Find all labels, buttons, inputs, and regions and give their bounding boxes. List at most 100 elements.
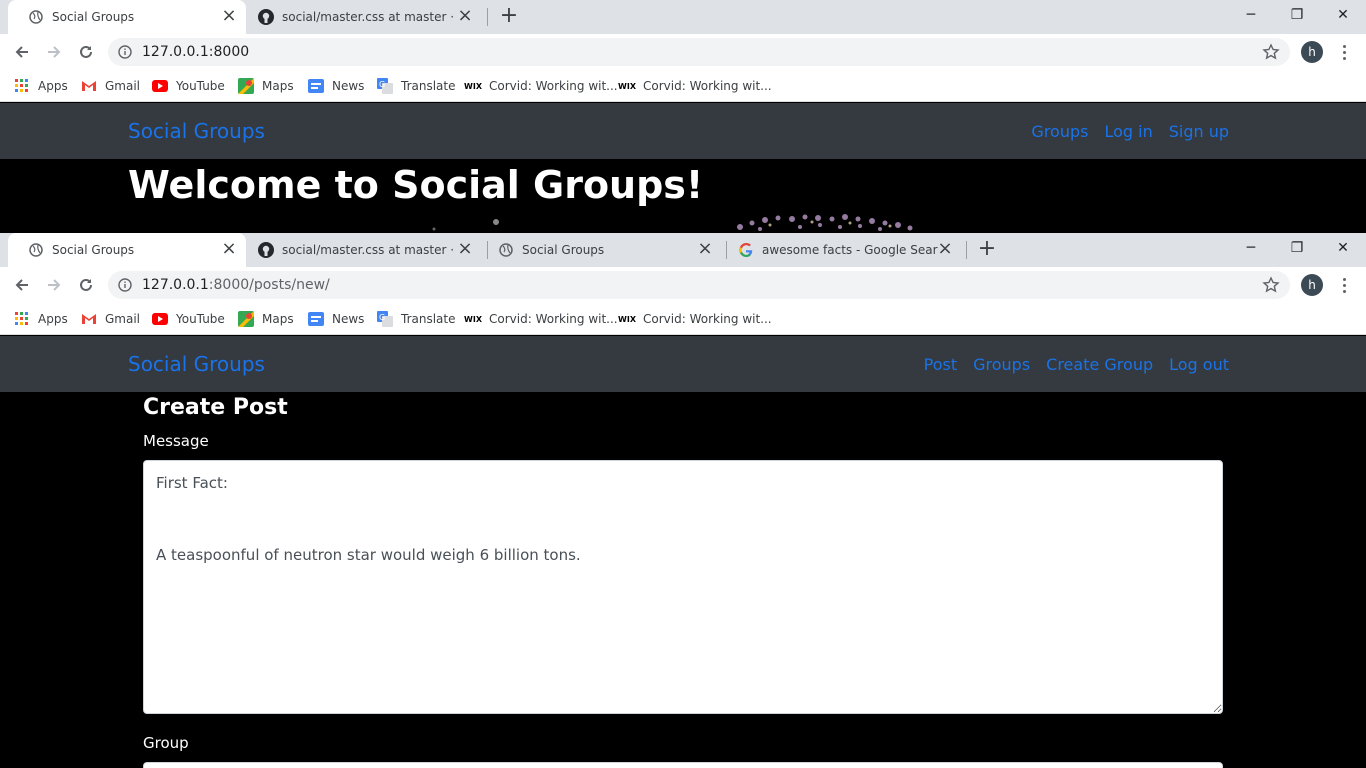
more-menu-icon[interactable] <box>1336 274 1352 296</box>
nav-groups-link[interactable]: Groups <box>973 355 1030 374</box>
browser-toolbar: 127.0.0.1:8000/posts/new/ h <box>0 267 1366 303</box>
restore-icon[interactable]: ❐ <box>1274 0 1320 30</box>
bookmark-label: Maps <box>262 312 294 326</box>
nav-create-group-link[interactable]: Create Group <box>1046 355 1153 374</box>
forward-arrow-icon[interactable] <box>40 38 68 66</box>
bookmark-star-icon[interactable] <box>1262 43 1280 61</box>
tab-separator <box>966 241 967 259</box>
bookmark-star-icon[interactable] <box>1262 276 1280 294</box>
new-tab-plus-icon[interactable]: + <box>975 238 999 262</box>
bookmark-maps[interactable]: Maps <box>238 76 294 96</box>
bookmark-apps[interactable]: Apps <box>14 309 68 329</box>
gmail-icon <box>81 78 97 94</box>
url-host: 127.0.0.1 <box>142 277 209 293</box>
bookmark-gmail[interactable]: Gmail <box>81 76 140 96</box>
window-close-icon[interactable]: ✕ <box>1320 0 1366 30</box>
close-icon[interactable]: × <box>696 240 714 259</box>
site-brand-link[interactable]: Social Groups <box>128 119 265 143</box>
browser-window-back: Social Groups × social/master.css at mas… <box>0 0 1366 233</box>
info-icon[interactable] <box>118 45 132 59</box>
new-tab-plus-icon[interactable]: + <box>497 5 521 29</box>
close-icon[interactable]: × <box>220 7 238 26</box>
site-navbar: Social Groups Post Groups Create Group L… <box>0 336 1366 392</box>
forward-arrow-icon[interactable] <box>40 271 68 299</box>
tab-social-groups-2[interactable]: Social Groups × <box>486 233 726 267</box>
globe-icon <box>28 242 44 258</box>
bookmark-apps[interactable]: Apps <box>14 76 68 96</box>
tab-title: Social Groups <box>52 10 135 24</box>
github-icon <box>258 242 274 258</box>
address-bar[interactable]: 127.0.0.1:8000 <box>108 38 1290 66</box>
minimize-icon[interactable]: ─ <box>1228 0 1274 30</box>
globe-icon <box>28 9 44 25</box>
bookmark-label: Corvid: Working wit... <box>489 312 618 326</box>
tab-github[interactable]: social/master.css at master · Him × <box>246 233 486 267</box>
more-menu-icon[interactable] <box>1336 41 1352 63</box>
close-icon[interactable]: × <box>456 7 474 26</box>
wix-icon: WIX <box>618 81 636 91</box>
bookmark-youtube[interactable]: YouTube <box>152 76 225 96</box>
tab-github[interactable]: social/master.css at master · Him × <box>246 0 486 34</box>
page-title: Create Post <box>143 395 288 420</box>
minimize-icon[interactable]: ─ <box>1228 233 1274 263</box>
tab-title: social/master.css at master · Him <box>282 10 458 24</box>
group-select[interactable] <box>143 762 1223 768</box>
reload-icon[interactable] <box>72 38 100 66</box>
back-arrow-icon[interactable] <box>8 271 36 299</box>
window-close-icon[interactable]: ✕ <box>1320 233 1366 263</box>
bookmark-gmail[interactable]: Gmail <box>81 309 140 329</box>
bookmark-translate[interactable]: G Translate <box>377 76 456 96</box>
bookmarks-bar: Apps Gmail YouTube Maps News G Translate <box>0 70 1366 102</box>
bookmark-corvid-2[interactable]: WIX Corvid: Working wit... <box>618 76 772 96</box>
google-icon <box>738 242 754 258</box>
nav-login-link[interactable]: Log in <box>1104 122 1152 141</box>
bookmark-news[interactable]: News <box>308 309 364 329</box>
profile-avatar[interactable]: h <box>1301 41 1323 63</box>
bookmark-label: Corvid: Working wit... <box>643 312 772 326</box>
youtube-icon <box>152 78 168 94</box>
close-icon[interactable]: × <box>456 240 474 259</box>
url-path: :8000/posts/new/ <box>208 277 330 293</box>
tab-google-search[interactable]: awesome facts - Google Search × <box>726 233 966 267</box>
bookmarks-bar: Apps Gmail YouTube Maps News G Translate <box>0 303 1366 335</box>
bookmark-maps[interactable]: Maps <box>238 309 294 329</box>
message-label: Message <box>143 432 209 450</box>
bookmark-translate[interactable]: G Translate <box>377 309 456 329</box>
reload-icon[interactable] <box>72 271 100 299</box>
bookmark-label: Gmail <box>105 79 141 93</box>
bookmark-news[interactable]: News <box>308 76 364 96</box>
tab-title: social/master.css at master · Him <box>282 243 458 257</box>
globe-icon <box>498 242 514 258</box>
restore-icon[interactable]: ❐ <box>1274 233 1320 263</box>
back-arrow-icon[interactable] <box>8 38 36 66</box>
nav-logout-link[interactable]: Log out <box>1169 355 1229 374</box>
tab-social-groups[interactable]: Social Groups × <box>8 0 246 34</box>
tab-separator <box>487 8 488 26</box>
tab-social-groups-active[interactable]: Social Groups × <box>8 233 246 267</box>
maps-icon <box>238 78 254 94</box>
bookmark-corvid-2[interactable]: WIX Corvid: Working wit... <box>618 309 772 329</box>
close-icon[interactable]: × <box>936 240 954 259</box>
site-brand-link[interactable]: Social Groups <box>128 352 265 376</box>
nav-post-link[interactable]: Post <box>924 355 957 374</box>
bookmark-label: Corvid: Working wit... <box>643 79 772 93</box>
profile-avatar[interactable]: h <box>1301 274 1323 296</box>
info-icon[interactable] <box>118 278 132 292</box>
bookmark-label: Maps <box>262 79 294 93</box>
github-icon <box>258 9 274 25</box>
bookmark-corvid-1[interactable]: WIX Corvid: Working wit... <box>464 76 618 96</box>
close-icon[interactable]: × <box>220 240 238 259</box>
bookmark-label: YouTube <box>176 312 225 326</box>
bookmark-youtube[interactable]: YouTube <box>152 309 225 329</box>
bookmark-corvid-1[interactable]: WIX Corvid: Working wit... <box>464 309 618 329</box>
site-navbar: Social Groups Groups Log in Sign up <box>0 103 1366 159</box>
apps-grid-icon <box>14 78 30 94</box>
bookmark-label: Apps <box>38 312 68 326</box>
address-bar[interactable]: 127.0.0.1:8000/posts/new/ <box>108 271 1290 299</box>
bookmark-label: News <box>332 312 365 326</box>
youtube-icon <box>152 311 168 327</box>
nav-groups-link[interactable]: Groups <box>1031 122 1088 141</box>
message-textarea[interactable] <box>143 460 1223 714</box>
nav-signup-link[interactable]: Sign up <box>1169 122 1229 141</box>
url-text: 127.0.0.1:8000/posts/new/ <box>142 277 330 293</box>
